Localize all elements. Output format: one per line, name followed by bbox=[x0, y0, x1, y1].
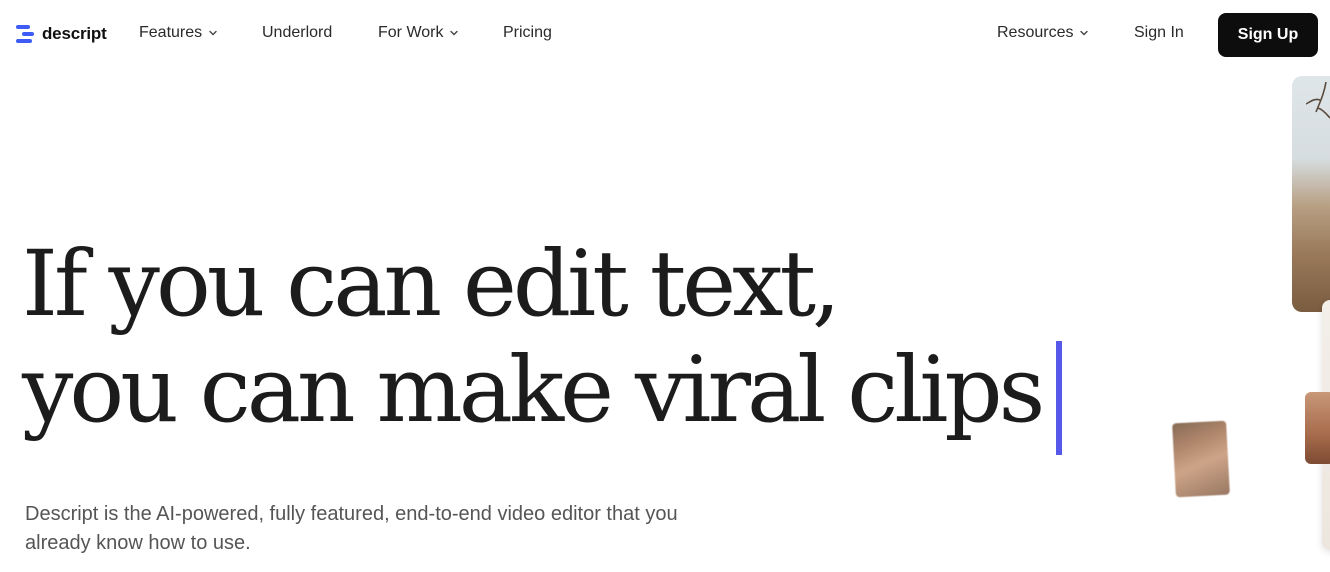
sign-in-label: Sign In bbox=[1134, 24, 1184, 41]
brand-name: descript bbox=[42, 24, 107, 43]
descript-logo-icon bbox=[16, 23, 36, 45]
headline-line-1: If you can edit text, bbox=[22, 232, 841, 337]
text-cursor-caret bbox=[1056, 341, 1062, 455]
hero-headline: If you can edit text, you can make viral… bbox=[22, 232, 1045, 444]
chevron-down-icon bbox=[209, 30, 217, 36]
desert-photo-card bbox=[1292, 76, 1330, 312]
face-thumbnail bbox=[1172, 420, 1230, 498]
headline-line-2: you can make viral clips bbox=[22, 338, 1045, 443]
descript-logo[interactable]: descript bbox=[16, 23, 107, 45]
hero-subtitle: Descript is the AI-powered, fully featur… bbox=[25, 503, 678, 554]
chevron-down-icon bbox=[450, 30, 459, 36]
portrait-card bbox=[1305, 392, 1330, 464]
nav-item-resources[interactable]: Resources bbox=[997, 24, 1089, 42]
page: descript Features Underlord For Work Pri… bbox=[0, 0, 1330, 572]
sign-in-link[interactable]: Sign In bbox=[1134, 24, 1184, 42]
top-nav: descript Features Underlord For Work Pri… bbox=[0, 0, 1330, 70]
nav-item-label: Resources bbox=[997, 24, 1074, 41]
nav-item-label: Underlord bbox=[262, 24, 333, 41]
nav-item-features[interactable]: Features bbox=[139, 24, 218, 42]
nav-item-for-work[interactable]: For Work bbox=[378, 24, 459, 42]
nav-item-label: Features bbox=[139, 24, 203, 41]
tree-branch-icon bbox=[1306, 82, 1330, 119]
nav-item-underlord[interactable]: Underlord bbox=[262, 24, 332, 42]
chevron-down-icon bbox=[1080, 30, 1089, 36]
nav-item-pricing[interactable]: Pricing bbox=[503, 24, 552, 42]
nav-item-label: Pricing bbox=[503, 24, 552, 41]
nav-item-label: For Work bbox=[378, 24, 444, 41]
sign-up-button[interactable]: Sign Up bbox=[1218, 13, 1318, 57]
